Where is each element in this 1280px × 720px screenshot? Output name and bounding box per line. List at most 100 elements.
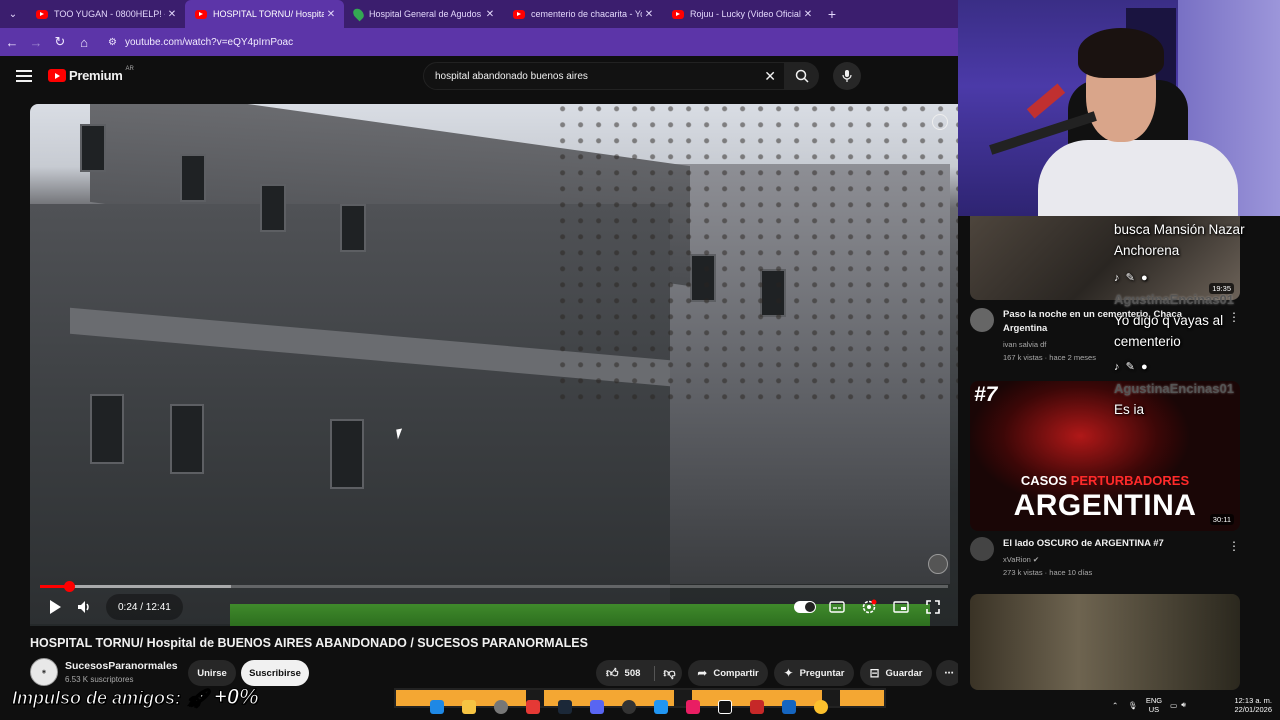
- app-icon[interactable]: [750, 700, 764, 714]
- friend-boost-overlay: Impulso de amigos: 🚀︎ +0%: [11, 684, 259, 710]
- tab-4[interactable]: Rojuu - Lucky (Video Oficial) - Y ✕: [662, 0, 821, 28]
- youtube-header: Premium AR hospital abandonado buenos ai…: [0, 56, 958, 100]
- video-frame-door: [170, 404, 204, 474]
- youtube-logo-icon: [48, 69, 66, 82]
- search-button[interactable]: [785, 62, 819, 90]
- app-icon[interactable]: [494, 700, 508, 714]
- toggle-icon: [794, 601, 816, 613]
- settings-button[interactable]: [854, 592, 884, 622]
- chevron-up-icon[interactable]: ⌃: [1112, 701, 1118, 710]
- clock-date: 22/01/2026: [1234, 705, 1272, 714]
- search-input[interactable]: hospital abandonado buenos aires ✕: [423, 62, 785, 90]
- language-indicator[interactable]: ENG US: [1146, 696, 1162, 714]
- subtitles-button[interactable]: [822, 592, 852, 622]
- youtube-icon: [672, 9, 684, 19]
- browser-tab-bar: ⌄ TOO YUGAN - 0800HELP! - You ✕ HOSPITAL…: [0, 0, 958, 28]
- ask-button[interactable]: ✦ Preguntar: [774, 660, 854, 686]
- volume-icon: [78, 601, 89, 613]
- network-icon[interactable]: ▭: [1170, 701, 1177, 710]
- close-icon[interactable]: ✕: [324, 9, 338, 20]
- channel-avatar-small[interactable]: [970, 308, 994, 332]
- app-icon[interactable]: [526, 700, 540, 714]
- microphone-icon: [842, 70, 852, 82]
- site-info-icon[interactable]: ⚙: [108, 37, 117, 48]
- mic-tray-icon[interactable]: 🎙︎: [1128, 701, 1138, 710]
- tab-1-active[interactable]: HOSPITAL TORNU/ Hospital de ✕: [185, 0, 344, 28]
- tab-0[interactable]: TOO YUGAN - 0800HELP! - You ✕: [26, 0, 185, 28]
- tab-2[interactable]: Hospital General de Agudos Dr. ✕: [344, 0, 503, 28]
- chat-badges: ♪ ✎ ●: [1114, 268, 1280, 289]
- thumbs-up-icon[interactable]: 👍︎: [606, 666, 619, 681]
- save-button[interactable]: ⊟ Guardar: [860, 660, 932, 686]
- channel-avatar-small[interactable]: [970, 537, 994, 561]
- home-icon[interactable]: ⌂: [72, 28, 96, 56]
- chrome-icon[interactable]: [814, 700, 828, 714]
- tab-title: TOO YUGAN - 0800HELP! - You: [54, 9, 165, 19]
- forward-arrow-icon[interactable]: →: [24, 28, 48, 56]
- fullscreen-button[interactable]: [918, 592, 948, 622]
- app-icon[interactable]: [782, 700, 796, 714]
- recommendation-meta: xVaRion ✔ 273 k vistas · hace 10 días: [1003, 553, 1092, 579]
- file-explorer-icon[interactable]: [462, 700, 476, 714]
- volume-button[interactable]: [70, 592, 100, 622]
- steam-icon[interactable]: [558, 700, 572, 714]
- video-player[interactable]: 0:24 / 12:41: [30, 104, 958, 626]
- subscriber-count: 6.53 K suscriptores: [65, 675, 134, 684]
- recommendation-item[interactable]: [970, 594, 1270, 690]
- youtube-icon: [195, 9, 207, 19]
- discord-icon[interactable]: [590, 700, 604, 714]
- thumbs-down-icon[interactable]: 👎︎: [654, 665, 676, 681]
- channel-avatar[interactable]: ◉: [30, 658, 58, 686]
- thumbnail-word1: CASOS: [1020, 473, 1071, 488]
- tiktok-icon[interactable]: [718, 700, 732, 714]
- channel-watermark-icon[interactable]: [928, 554, 948, 574]
- windows-start-icon[interactable]: [430, 700, 444, 714]
- join-button[interactable]: Unirse: [188, 660, 236, 686]
- back-arrow-icon[interactable]: ←: [0, 28, 24, 56]
- sword-icon: ✎: [1125, 361, 1135, 373]
- hamburger-menu-icon[interactable]: [16, 70, 32, 82]
- video-thumbnail[interactable]: [970, 594, 1240, 690]
- share-button[interactable]: ➦ Compartir: [688, 660, 768, 686]
- like-dislike-group: 👍︎ 508 👎︎: [596, 660, 682, 686]
- close-icon[interactable]: ✕: [642, 9, 656, 20]
- close-icon[interactable]: ✕: [483, 9, 497, 20]
- rocket-icon: 🚀︎: [186, 688, 210, 709]
- boost-value: +0%: [213, 684, 259, 710]
- more-vertical-icon[interactable]: ⋮: [1228, 539, 1240, 553]
- clear-search-icon[interactable]: ✕: [764, 68, 776, 85]
- url-field[interactable]: ⚙ youtube.com/watch?v=eQY4pIrnPoac: [102, 31, 958, 53]
- badge-icon: ●: [1140, 272, 1148, 284]
- app-icon[interactable]: [686, 700, 700, 714]
- search-query: hospital abandonado buenos aires: [435, 70, 588, 82]
- like-count[interactable]: 508: [625, 668, 641, 679]
- clock[interactable]: 12:13 a. m. 22/01/2026: [1234, 696, 1272, 714]
- thumbnail-line2: ARGENTINA: [1013, 489, 1197, 522]
- channel-name[interactable]: SucesosParanormales: [65, 660, 178, 672]
- play-button[interactable]: [40, 592, 70, 622]
- reload-icon[interactable]: ↻: [48, 28, 72, 56]
- voice-search-button[interactable]: [833, 62, 861, 90]
- app-icon[interactable]: [654, 700, 668, 714]
- tab-3[interactable]: cementerio de chacarita - YouT ✕: [503, 0, 662, 28]
- boost-label: Impulso de amigos:: [11, 688, 182, 709]
- subscribe-button[interactable]: Suscribirse: [241, 660, 309, 686]
- recommendation-title-line2: Argentina: [1003, 323, 1048, 334]
- close-icon[interactable]: ✕: [165, 9, 179, 20]
- recommendation-title: El lado OSCURO de ARGENTINA #7: [1003, 538, 1164, 549]
- tab-title: HOSPITAL TORNU/ Hospital de: [213, 9, 324, 19]
- speaker-icon[interactable]: 🔊︎: [1181, 700, 1186, 710]
- video-info-icon[interactable]: [932, 114, 948, 130]
- tab-search-chevron-icon[interactable]: ⌄: [0, 0, 26, 28]
- webcam-person-hair: [1078, 28, 1164, 78]
- new-tab-plus-icon[interactable]: +: [821, 6, 843, 22]
- youtube-premium-logo[interactable]: Premium AR: [48, 66, 134, 83]
- close-icon[interactable]: ✕: [801, 9, 815, 20]
- obs-icon[interactable]: [622, 700, 636, 714]
- miniplayer-icon: [893, 601, 909, 613]
- search-icon: [795, 69, 809, 83]
- webcam-guitar: [1026, 83, 1066, 119]
- miniplayer-button[interactable]: [886, 592, 916, 622]
- thumbnail-line1: CASOS PERTURBADORES: [970, 473, 1240, 488]
- autoplay-toggle[interactable]: [790, 592, 820, 622]
